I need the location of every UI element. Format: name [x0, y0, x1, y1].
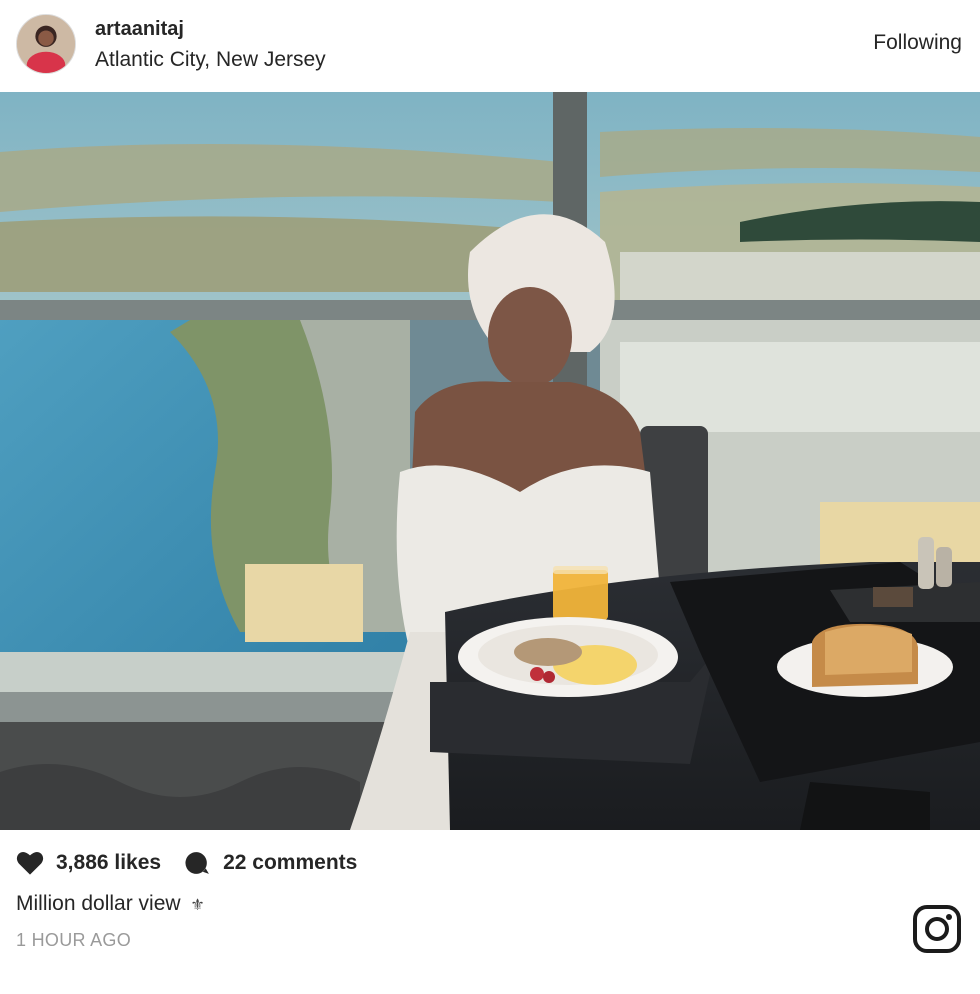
following-button[interactable]: Following [873, 31, 962, 55]
post-caption: Million dollar view ⚜ [16, 892, 205, 916]
post-header: artaanitaj Atlantic City, New Jersey Fol… [0, 0, 980, 92]
post-image[interactable] [0, 92, 980, 830]
post-timestamp: 1 HOUR AGO [16, 930, 132, 950]
location-link[interactable]: Atlantic City, New Jersey [95, 48, 326, 72]
engagement-stats: 3,886 likes 22 comments [16, 850, 357, 876]
likes-count[interactable]: 3,886 likes [56, 851, 161, 875]
avatar[interactable] [16, 14, 76, 74]
comment-bubble-icon[interactable] [183, 850, 211, 876]
fleur-de-lis-emoji: ⚜ [190, 895, 205, 914]
comments-count[interactable]: 22 comments [223, 851, 357, 875]
post-footer: 3,886 likes 22 comments Million dollar v… [0, 830, 980, 994]
instagram-logo-icon[interactable] [912, 904, 962, 954]
heart-icon[interactable] [16, 850, 44, 876]
username[interactable]: artaanitaj [95, 18, 184, 41]
caption-text: Million dollar view [16, 892, 181, 915]
